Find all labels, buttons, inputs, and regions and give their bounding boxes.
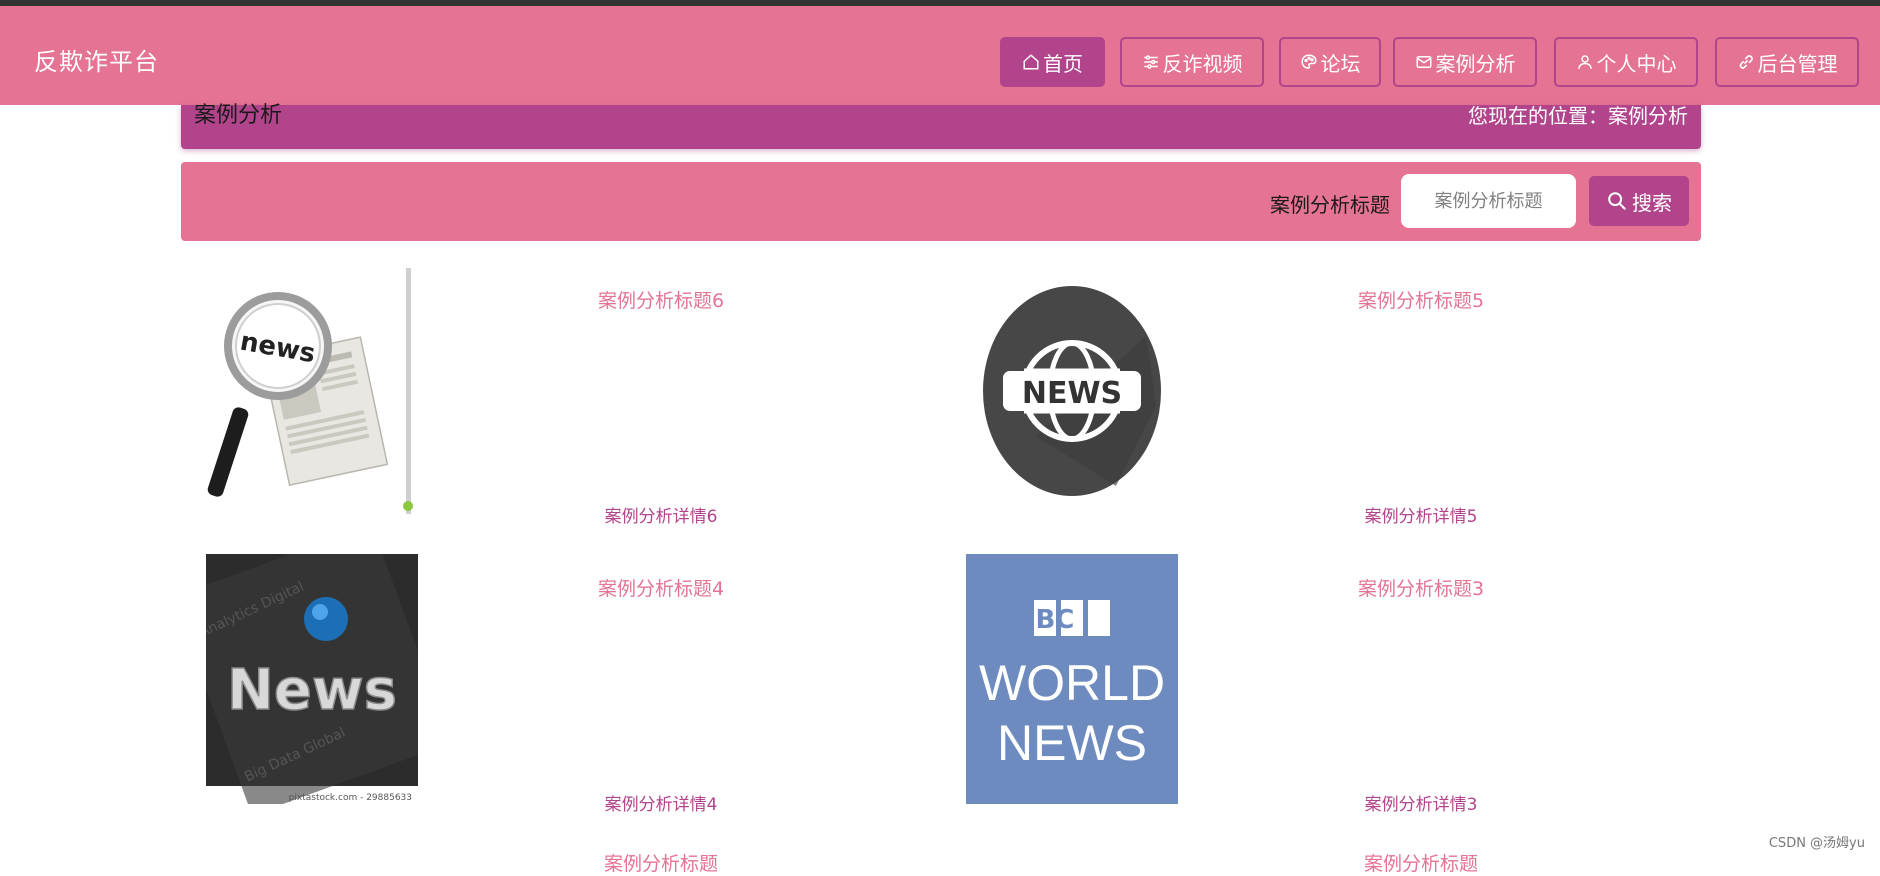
- palette-icon: [1300, 54, 1317, 69]
- item-title[interactable]: 案例分析标题4: [411, 574, 911, 601]
- item-title[interactable]: 案例分析标题: [411, 849, 911, 876]
- svg-text:News: News: [227, 658, 397, 723]
- home-icon: [1023, 54, 1039, 70]
- item-title[interactable]: 案例分析标题5: [1171, 286, 1671, 313]
- nav-personal-center[interactable]: 个人中心: [1554, 37, 1698, 87]
- nav-anti-fraud-video[interactable]: 反诈视频: [1120, 37, 1264, 87]
- item-title[interactable]: 案例分析标题6: [411, 286, 911, 313]
- nav-case-analysis[interactable]: 案例分析: [1393, 37, 1537, 87]
- svg-text:NEWS: NEWS: [1022, 376, 1122, 411]
- search-icon: [1608, 192, 1626, 210]
- item-detail: 案例分析详情4: [604, 795, 718, 815]
- search-input[interactable]: [1401, 174, 1576, 228]
- item-title[interactable]: 案例分析标题: [1171, 849, 1671, 876]
- search-bar: 案例分析标题 搜索: [181, 162, 1701, 241]
- search-button[interactable]: 搜索: [1589, 176, 1689, 226]
- item-detail: 案例分析详情6: [604, 507, 718, 527]
- news-globe-badge-image[interactable]: NEWS: [966, 266, 1178, 516]
- bbc-world-news-logo-image[interactable]: BBC WORLD NEWS: [966, 554, 1178, 804]
- item-title[interactable]: 案例分析标题3: [1171, 574, 1671, 601]
- mail-icon: [1416, 56, 1431, 68]
- svg-text:WORLD: WORLD: [979, 655, 1165, 711]
- list-item[interactable]: news 案例分析标题6 案例分析详情6: [181, 266, 941, 527]
- navbar: 反欺诈平台 首页 反诈视频 论坛 案例分析 个人中心 后台管理: [0, 6, 1880, 105]
- newspaper-magnifier-image[interactable]: news: [206, 266, 418, 516]
- item-detail: 案例分析详情3: [1364, 795, 1478, 815]
- news-3d-text-image[interactable]: Analytics Digital Big Data Global News p…: [206, 554, 418, 804]
- watermark: CSDN @汤姆yu: [1768, 836, 1865, 851]
- nav-forum[interactable]: 论坛: [1279, 37, 1381, 87]
- person-icon: [1577, 55, 1592, 69]
- list-item[interactable]: NEWS 案例分析标题5 案例分析详情5: [941, 266, 1701, 527]
- sliders-icon: [1143, 55, 1158, 69]
- page-title: 案例分析: [194, 103, 283, 128]
- list-item[interactable]: Analytics Digital Big Data Global News p…: [181, 554, 941, 815]
- item-detail: 案例分析详情5: [1364, 507, 1478, 527]
- search-label: 案例分析标题: [1270, 193, 1390, 217]
- breadcrumb: 您现在的位置：案例分析: [1468, 104, 1688, 128]
- link-icon: [1739, 55, 1753, 69]
- nav-home[interactable]: 首页: [1000, 37, 1105, 87]
- svg-text:NEWS: NEWS: [997, 715, 1147, 771]
- svg-text:BBC: BBC: [1016, 605, 1075, 635]
- list-item[interactable]: BBC WORLD NEWS 案例分析标题3 案例分析详情3: [941, 554, 1701, 815]
- nav-admin[interactable]: 后台管理: [1715, 37, 1859, 87]
- svg-text:pixtastock.com - 29885633: pixtastock.com - 29885633: [289, 793, 412, 803]
- brand-title: 反欺诈平台: [34, 48, 159, 76]
- breadcrumb-bar: 案例分析 您现在的位置：案例分析: [181, 105, 1701, 149]
